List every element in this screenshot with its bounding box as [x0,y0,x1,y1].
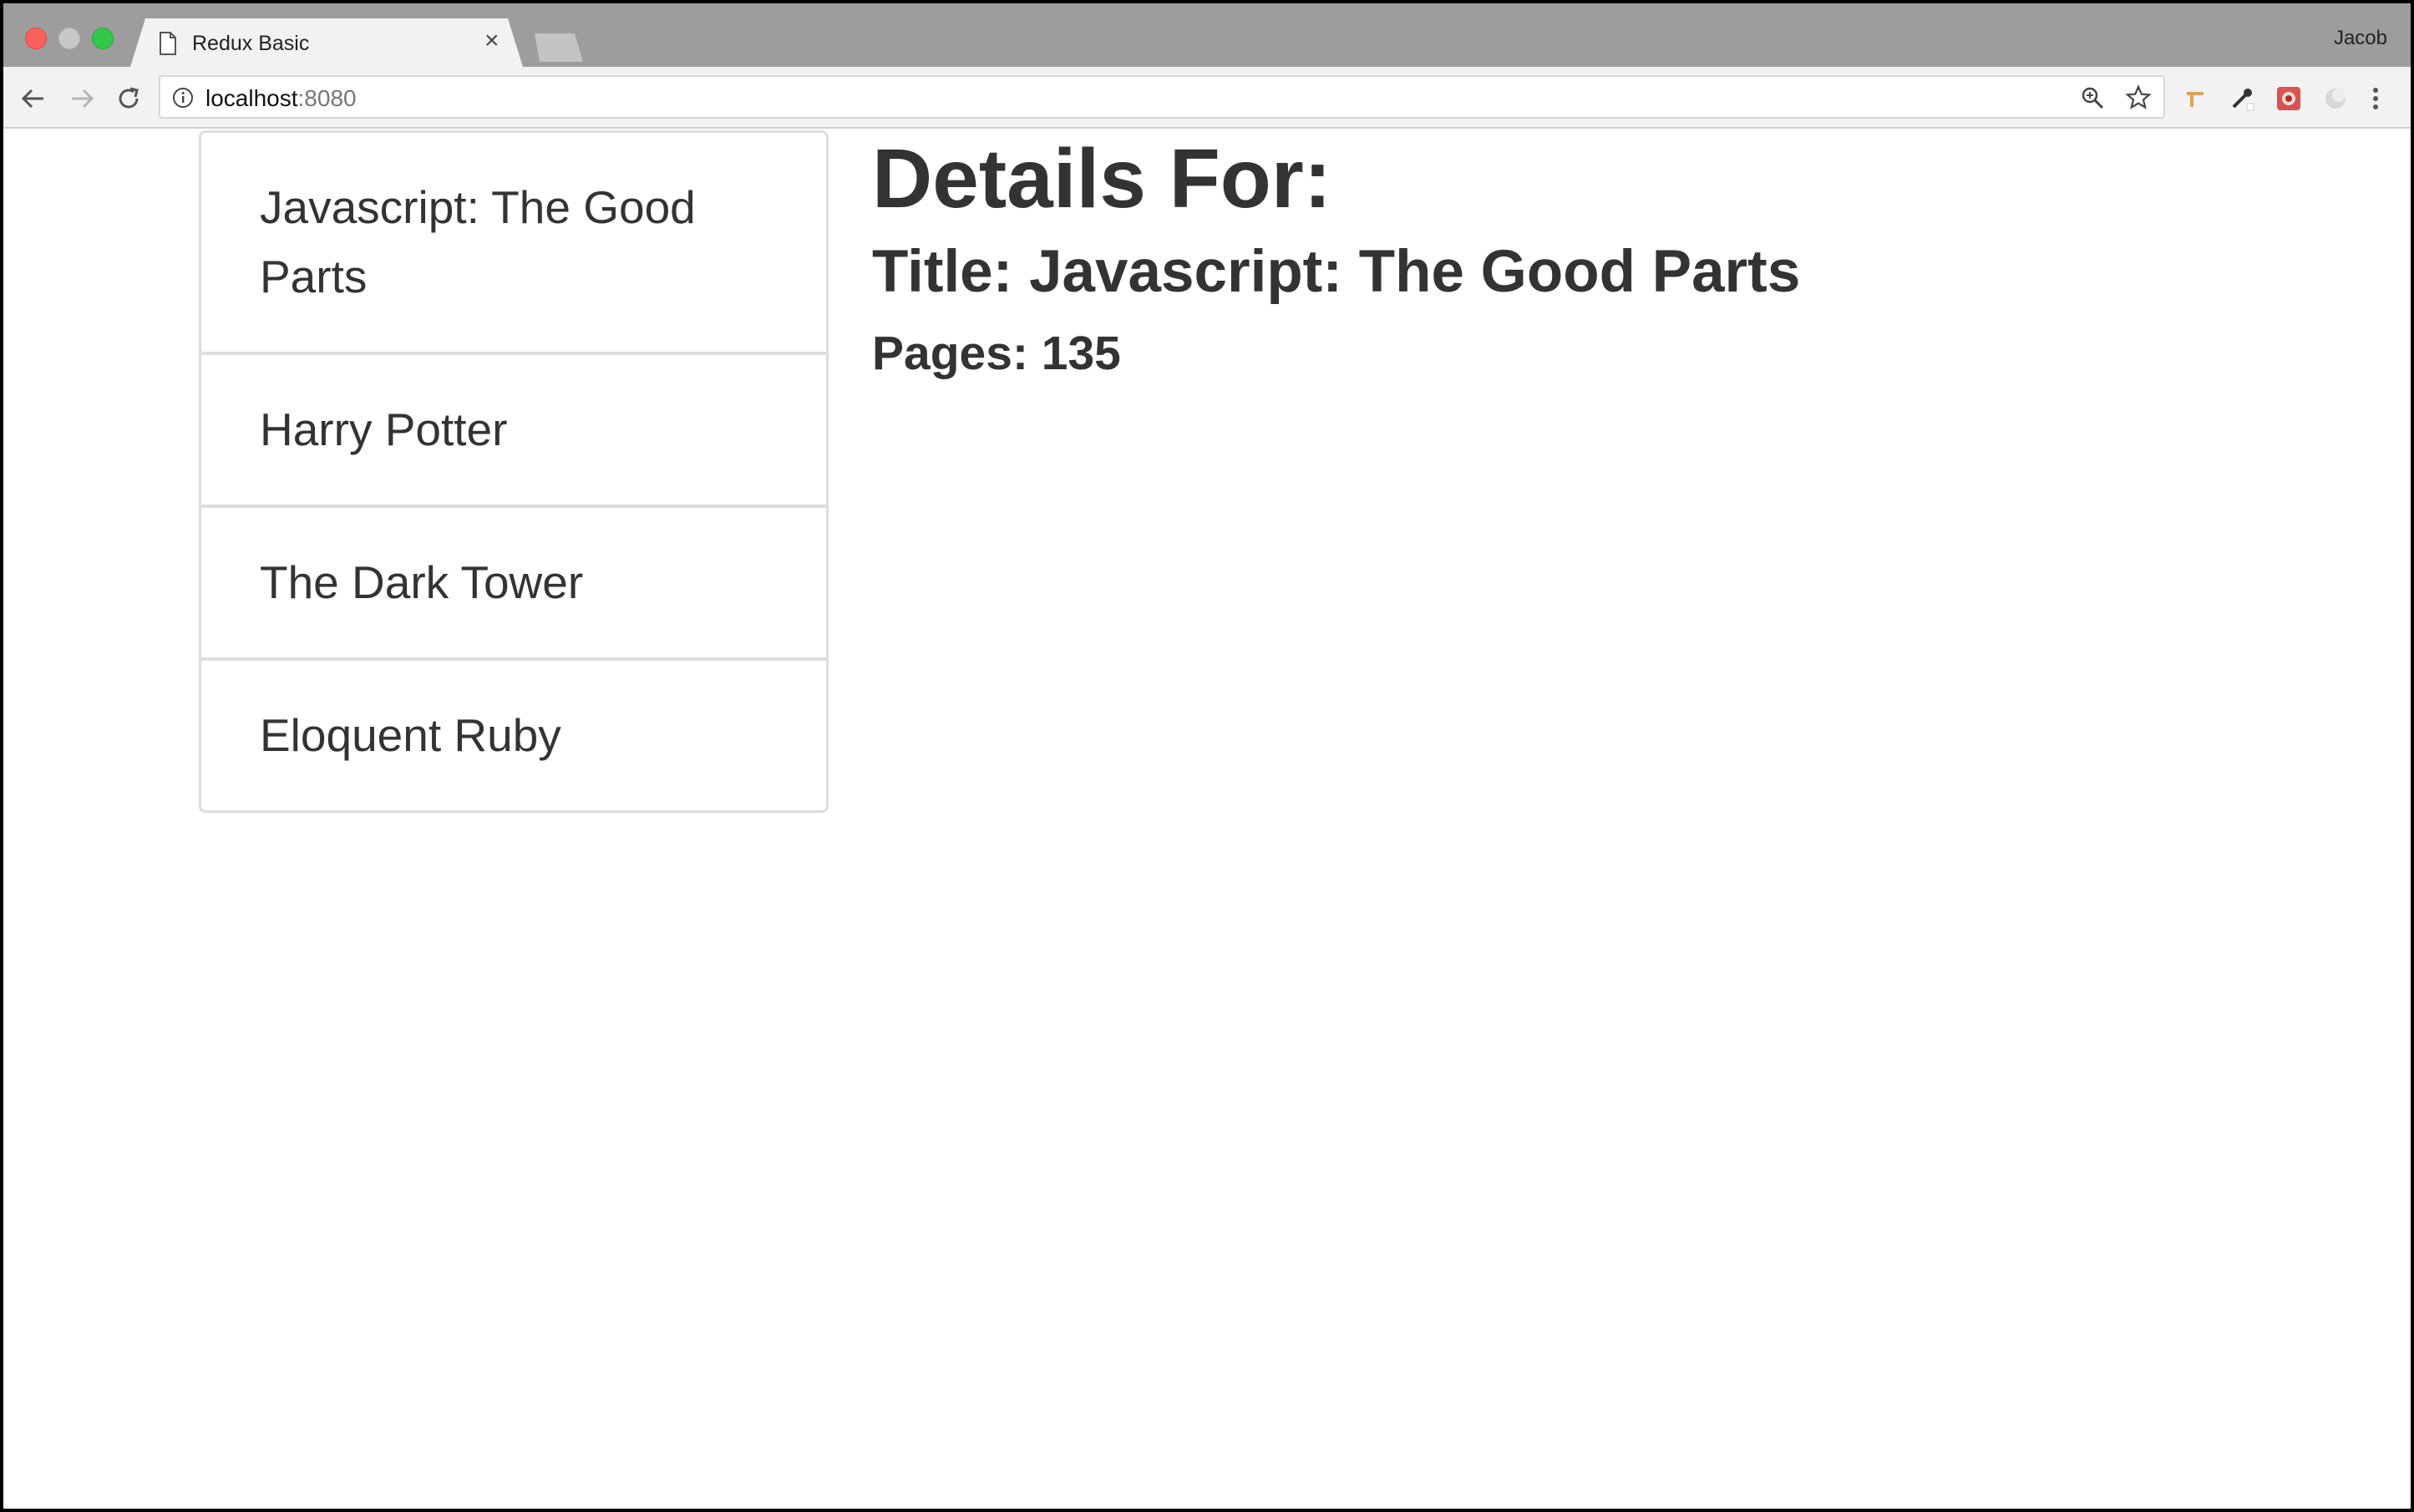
book-details: Details For: Title: Javascript: The Good… [872,129,1800,383]
tab-strip: Redux Basic × Jacob [3,3,2411,67]
tab-close-icon[interactable]: × [484,28,500,53]
url-port: :8080 [297,85,357,111]
extension-icon[interactable] [2320,84,2351,114]
details-pages: Pages: 135 [872,327,1121,380]
window-close-button[interactable] [25,28,47,49]
book-list-item[interactable]: Harry Potter [201,355,826,508]
page-content: Javascript: The Good Parts Harry Potter … [3,129,2411,1509]
forward-arrow-icon[interactable] [67,84,97,114]
active-tab[interactable]: Redux Basic × [130,18,523,67]
book-list-item[interactable]: Eloquent Ruby [201,661,826,810]
book-list-item[interactable]: The Dark Tower [201,508,826,661]
extension-icon[interactable] [2274,84,2304,114]
url-text[interactable]: localhost:8080 [205,85,357,112]
window-minimize-button[interactable] [58,28,80,49]
new-tab-button[interactable] [535,33,583,62]
profile-name[interactable]: Jacob [2334,27,2387,50]
address-bar[interactable]: localhost:8080 [159,75,2165,119]
page-icon [160,32,176,55]
info-icon[interactable] [172,87,194,109]
details-heading: Details For: [872,132,1332,226]
eyedropper-icon[interactable] [2227,84,2257,114]
book-list: Javascript: The Good Parts Harry Potter … [199,130,829,813]
zoom-icon[interactable] [2080,85,2105,110]
url-host: localhost [205,85,298,111]
kebab-menu-icon[interactable] [2367,84,2384,114]
browser-toolbar: localhost:8080 [3,67,2411,129]
star-icon[interactable] [2125,84,2152,111]
tab-title: Redux Basic [192,32,310,55]
browser-window: Redux Basic × Jacob localhost:8080 Javas… [3,3,2411,1509]
details-title: Title: Javascript: The Good Parts [872,239,1801,305]
back-arrow-icon[interactable] [18,84,48,114]
reload-icon[interactable] [114,84,144,114]
extension-icon[interactable] [2180,84,2210,114]
window-maximize-button[interactable] [92,28,114,49]
book-list-item[interactable]: Javascript: The Good Parts [201,133,826,355]
